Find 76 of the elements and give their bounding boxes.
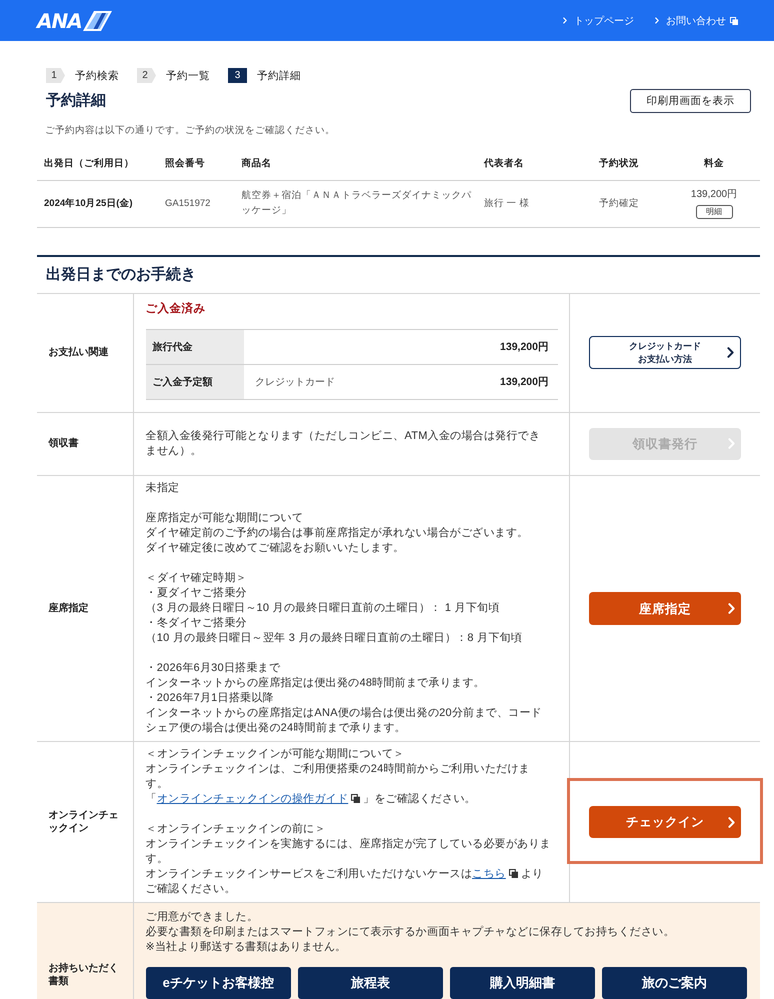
info-text: ・冬ダイヤご搭乗分 bbox=[146, 616, 247, 631]
page-title: 予約詳細 bbox=[46, 91, 106, 110]
amount-label: 旅行代金 bbox=[146, 330, 244, 364]
column-header: 代表者名 bbox=[484, 156, 524, 170]
departure-date: 2024年10月25日(金) bbox=[44, 196, 133, 210]
section-label: お支払い関連 bbox=[48, 346, 108, 360]
stripe-logo-icon bbox=[82, 10, 112, 30]
info-text: ＜ダイヤ確定時期＞ bbox=[146, 571, 247, 586]
text-link[interactable]: オンラインチェックインの操作ガイド bbox=[156, 793, 364, 805]
intro-text: ご予約内容は以下の通りです。ご予約の状況をご確認ください。 bbox=[45, 124, 335, 138]
info-text: （3 月の最終日曜日～10 月の最終日曜日直前の土曜日）： 1 月下旬頃 bbox=[146, 601, 500, 616]
column-header: 商品名 bbox=[242, 156, 272, 170]
representative-name: 旅行 一 様 bbox=[484, 196, 530, 210]
chevron-icon bbox=[655, 17, 659, 24]
action-button[interactable]: 座席指定 bbox=[589, 592, 741, 625]
info-text: オンラインチェックインは、ご利用便搭乗の24時間前からご利用いただけます。 bbox=[146, 762, 531, 792]
info-text: 全額入金後発行可能となります（ただしコンビニ、ATM入金の場合は発行できません）。 bbox=[146, 428, 542, 459]
info-text: オンラインチェックインを実施するには、座席指定が完了している必要があります。 bbox=[146, 837, 552, 867]
price: 139,200円 bbox=[690, 188, 738, 202]
nav-link[interactable]: トップページ bbox=[563, 14, 634, 28]
detail-button[interactable]: 明細 bbox=[696, 205, 732, 220]
print-view-button[interactable]: 印刷用画面を表示 bbox=[630, 88, 751, 113]
document-button[interactable]: 旅程表 bbox=[298, 966, 443, 998]
logo-text: ANA bbox=[37, 10, 82, 30]
info-text: ・夏ダイヤご搭乗分 bbox=[146, 586, 247, 601]
info-text: インターネットからの座席指定は便出発の48時間前まで承ります。 bbox=[146, 676, 485, 691]
payment-status: ご入金済み bbox=[146, 302, 206, 316]
section-label: 領収書 bbox=[48, 437, 78, 450]
info-text: ※当社より郵送する書類はありません。 bbox=[146, 940, 346, 955]
info-text: 未指定 bbox=[146, 481, 180, 496]
amount-value: 139,200円 bbox=[500, 375, 549, 389]
payment-method: クレジットカード bbox=[255, 376, 335, 388]
step-number: 3 bbox=[228, 68, 247, 83]
reservation-status: 予約確定 bbox=[599, 196, 639, 210]
info-text: ダイヤ確定前のご予約の場合は事前座席指定が承れない場合がございます。 bbox=[146, 526, 528, 541]
info-text: ＜オンラインチェックインが可能な期間について＞ bbox=[146, 747, 404, 762]
info-text: オンラインチェックインサービスをご利用いただけないケースはこちら よりご確認ください。 bbox=[146, 867, 544, 897]
reference-number: GA151972 bbox=[165, 196, 210, 210]
section-label: オンラインチェックイン bbox=[48, 808, 120, 836]
info-text: ・2026年7月1日搭乗以降 bbox=[146, 691, 274, 706]
step-label: 予約詳細 bbox=[257, 68, 301, 82]
info-text: ・2026年6月30日搭乗まで bbox=[146, 661, 280, 676]
section-label: 座席指定 bbox=[48, 602, 88, 616]
text-link[interactable]: こちら bbox=[472, 868, 521, 880]
chevron-icon bbox=[728, 816, 734, 828]
chevron-icon bbox=[726, 347, 734, 358]
step-number: 2 bbox=[137, 68, 156, 83]
action-button[interactable]: チェックイン bbox=[589, 806, 741, 838]
info-text: （10 月の最終日曜日～翌年 3 月の最終日曜日直前の土曜日）：8 月下旬頃 bbox=[146, 631, 522, 646]
column-header: 料金 bbox=[704, 156, 724, 170]
column-header: 予約状況 bbox=[599, 156, 639, 170]
info-text: ご用意ができました。 bbox=[146, 910, 258, 925]
column-header: 出発日（ご利用日） bbox=[44, 156, 134, 170]
step-label: 予約検索 bbox=[75, 68, 119, 82]
info-text: ダイヤ確定後に改めてご確認をお願いいたします。 bbox=[146, 541, 404, 556]
document-button[interactable]: 旅のご案内 bbox=[602, 966, 747, 998]
nav-link[interactable]: お問い合わせ bbox=[655, 14, 738, 28]
info-text: ＜オンラインチェックインの前に＞ bbox=[146, 822, 326, 837]
info-text: 必要な書類を印刷またはスマートフォンにて表示するか画面キャプチャなどに保存してお持ちください。 bbox=[146, 925, 675, 940]
step-label: 予約一覧 bbox=[166, 68, 210, 82]
info-text: 座席指定が可能な期間について bbox=[146, 511, 304, 526]
column-header: 照会番号 bbox=[165, 156, 205, 170]
info-text: インターネットからの座席指定はANA便の場合は便出発の20分前まで、コードシェア便の場合は便出発の24時間前まで承ります。 bbox=[146, 706, 543, 736]
section-label: お持ちいただく書類 bbox=[48, 962, 120, 988]
chevron-icon bbox=[728, 603, 734, 614]
action-button[interactable]: クレジットカード お支払い方法 bbox=[589, 336, 741, 369]
document-button[interactable]: 購入明細書 bbox=[450, 966, 595, 998]
info-text: 「オンラインチェックインの操作ガイド 」をご確認ください。 bbox=[146, 792, 476, 807]
section-title: 出発日までのお手続き bbox=[46, 265, 196, 284]
amount-value: 139,200円 bbox=[500, 340, 549, 354]
product-name: 航空券＋宿泊「ＡＮＡトラベラーズダイナミックパッケージ」 bbox=[242, 189, 472, 218]
amount-label: ご入金予定額 bbox=[146, 365, 244, 399]
document-button[interactable]: eチケットお客様控 bbox=[146, 966, 291, 998]
chevron-icon bbox=[728, 438, 734, 450]
chevron-icon bbox=[563, 17, 567, 24]
step-number: 1 bbox=[46, 68, 65, 83]
